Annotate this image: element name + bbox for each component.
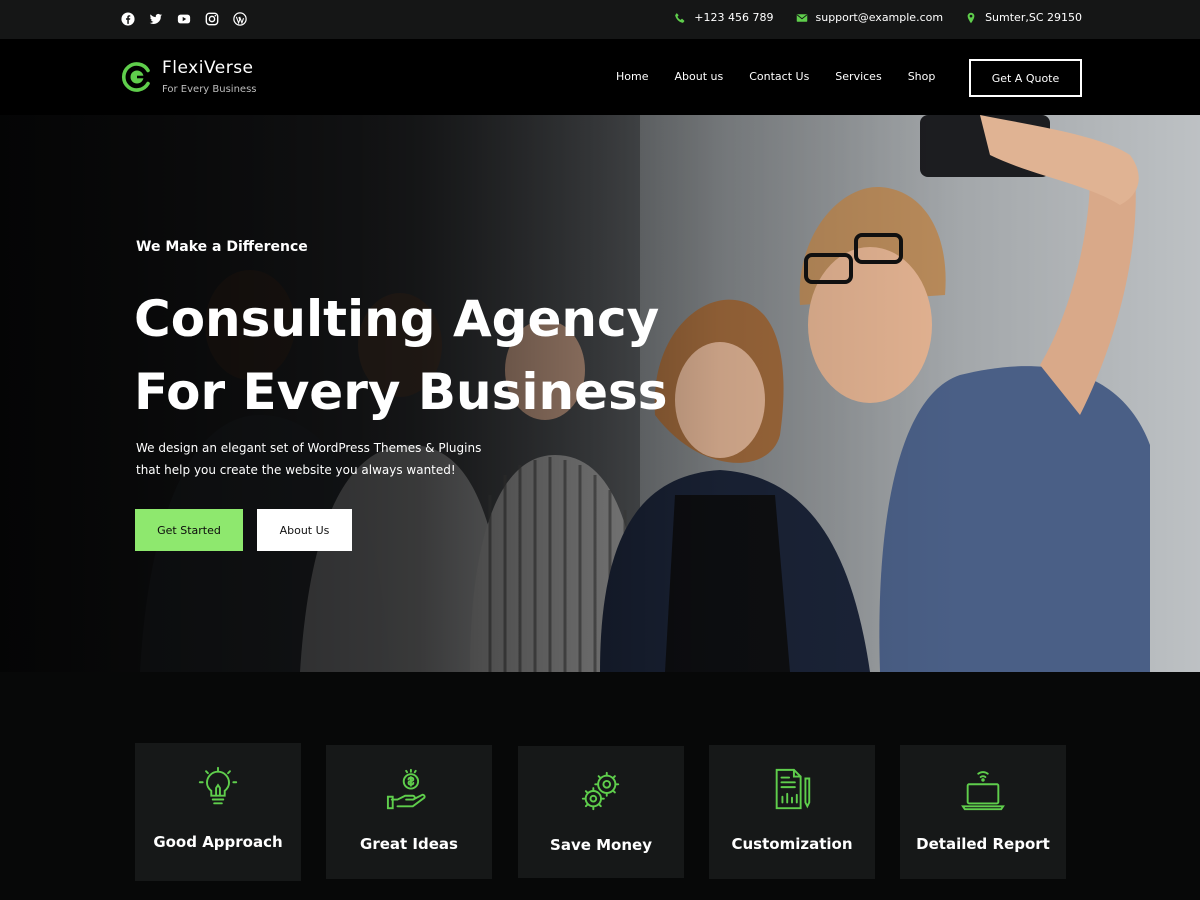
facebook-icon[interactable] <box>120 11 135 26</box>
feature-card-good-approach[interactable]: Good Approach <box>135 743 301 881</box>
nav-about-us[interactable]: About us <box>674 70 723 83</box>
phone-number: +123 456 789 <box>694 11 774 24</box>
email-item[interactable]: support@example.com <box>796 11 944 24</box>
features-section: Good Approach Great Ideas Save Money Cus… <box>0 672 1200 900</box>
location-item: Sumter,SC 29150 <box>965 11 1082 24</box>
nav-home[interactable]: Home <box>616 70 648 83</box>
instagram-icon[interactable] <box>204 11 219 26</box>
site-header: FlexiVerse For Every Business Home About… <box>0 39 1200 115</box>
hero-kicker: We Make a Difference <box>136 239 308 255</box>
brand-name[interactable]: FlexiVerse <box>162 58 254 78</box>
hero-section: We Make a Difference Consulting Agency F… <box>0 115 1200 672</box>
hero-headline-line1: Consulting Agency <box>134 290 660 348</box>
feature-card-detailed-report[interactable]: Detailed Report <box>900 745 1066 879</box>
feature-card-great-ideas[interactable]: Great Ideas <box>326 745 492 879</box>
get-started-button[interactable]: Get Started <box>135 509 243 551</box>
twitter-icon[interactable] <box>148 11 163 26</box>
feature-label: Save Money <box>550 836 652 854</box>
feature-card-save-money[interactable]: Save Money <box>518 746 684 878</box>
laptop-wifi-icon <box>961 771 1005 811</box>
nav-contact-us[interactable]: Contact Us <box>749 70 809 83</box>
feature-label: Good Approach <box>153 833 283 851</box>
nav-shop[interactable]: Shop <box>908 70 936 83</box>
hero-description: We design an elegant set of WordPress Th… <box>136 437 516 481</box>
phone-item[interactable]: +123 456 789 <box>674 11 774 24</box>
feature-label: Detailed Report <box>916 835 1050 853</box>
hero-headline-line2: For Every Business <box>134 363 668 421</box>
hero-description-line1: We design an elegant set of WordPress Th… <box>136 441 482 455</box>
contact-info: +123 456 789 support@example.com Sumter,… <box>652 11 1082 24</box>
brand-tagline: For Every Business <box>162 84 257 95</box>
logo-icon[interactable] <box>121 61 153 93</box>
envelope-icon <box>796 13 807 22</box>
phone-icon <box>675 12 685 23</box>
nav-services[interactable]: Services <box>835 70 881 83</box>
hand-coin-icon <box>386 768 426 810</box>
lightbulb-icon <box>198 766 238 805</box>
location-text: Sumter,SC 29150 <box>985 11 1082 24</box>
feature-label: Great Ideas <box>360 835 458 853</box>
gears-icon <box>581 771 620 811</box>
top-bar: +123 456 789 support@example.com Sumter,… <box>0 0 1200 39</box>
feature-label: Customization <box>731 835 853 853</box>
about-us-button[interactable]: About Us <box>257 509 352 551</box>
hero-description-line2: that help you create the website you alw… <box>136 463 456 477</box>
wordpress-icon[interactable] <box>232 11 247 26</box>
hero-headline: Consulting Agency For Every Business <box>134 283 694 429</box>
main-nav: Home About us Contact Us Services Shop <box>616 70 961 83</box>
map-pin-icon <box>967 12 975 23</box>
get-a-quote-button[interactable]: Get A Quote <box>969 59 1082 97</box>
document-chart-icon <box>775 768 811 810</box>
youtube-icon[interactable] <box>176 11 191 26</box>
email-address: support@example.com <box>815 11 944 24</box>
social-links <box>120 11 247 26</box>
feature-card-customization[interactable]: Customization <box>709 745 875 879</box>
